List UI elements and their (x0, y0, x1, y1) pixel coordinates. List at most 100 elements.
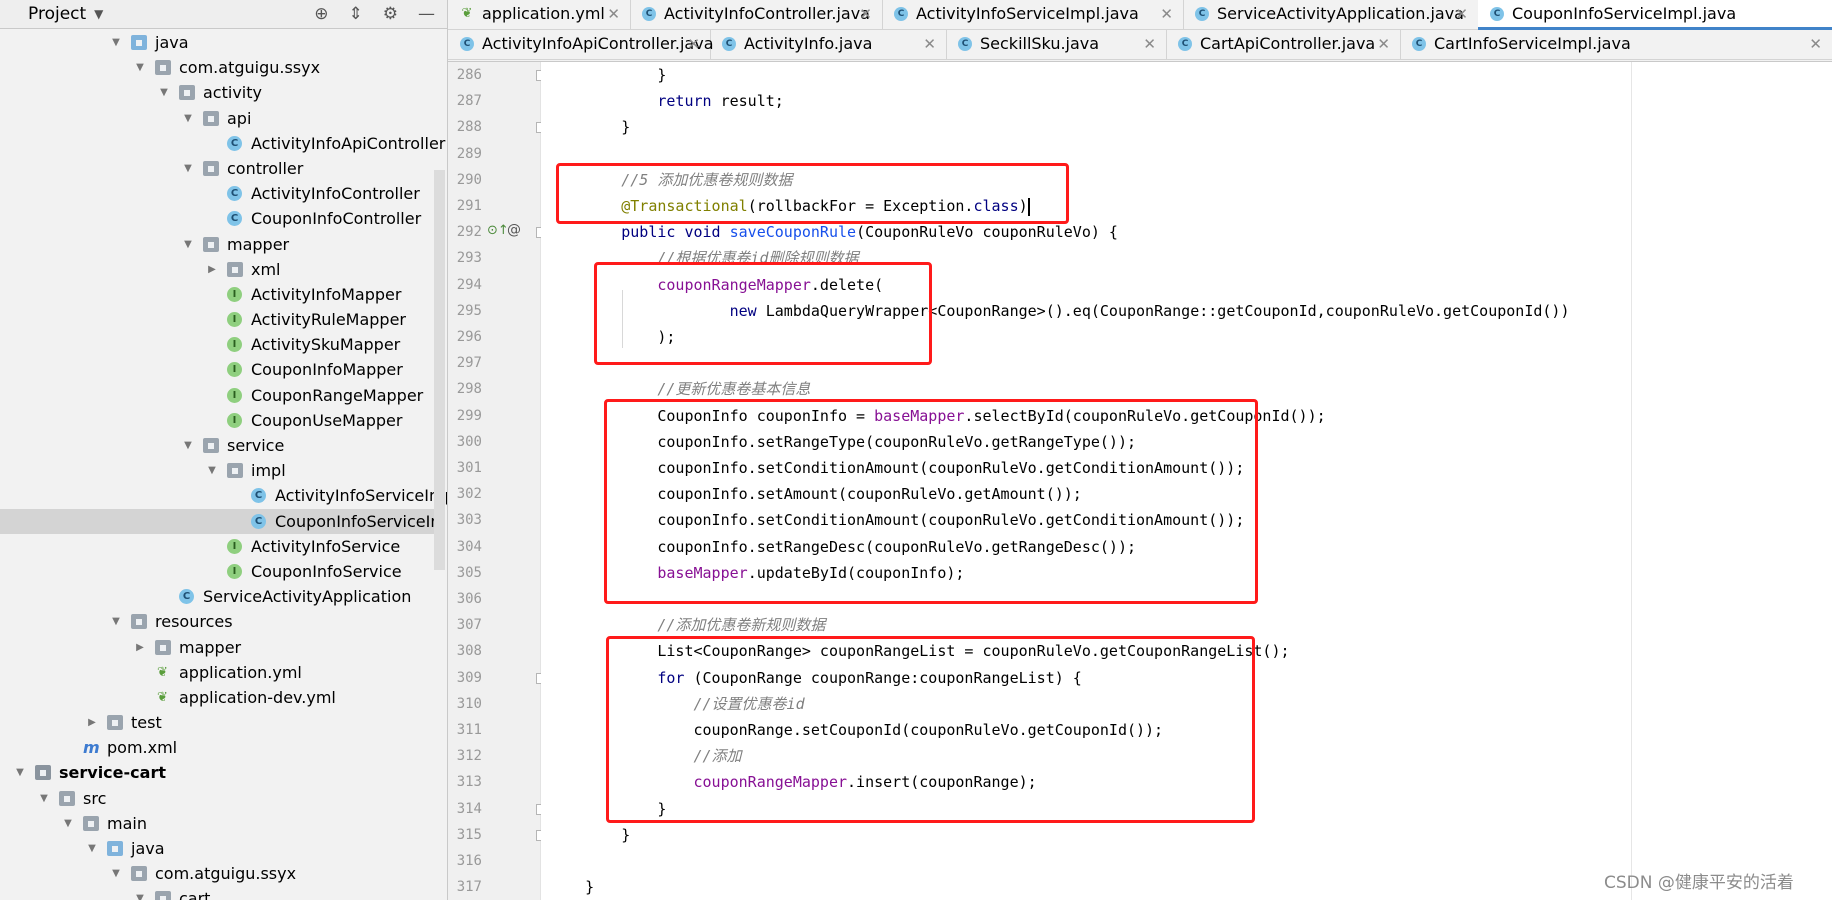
line-number: 293 (456, 250, 482, 267)
line-number: 309 (456, 669, 482, 686)
line-number: 311 (456, 722, 482, 738)
tree-item[interactable]: ❦ application-dev.yml (0, 685, 434, 710)
tree-item[interactable]: ▼ com.atguigu.ssyx (0, 861, 434, 886)
tree-item[interactable]: I CouponInfoService (0, 559, 434, 584)
tree-item[interactable]: I ActivityInfoService (0, 534, 434, 559)
chevron-down-icon[interactable]: ▼ (182, 106, 194, 131)
chevron-down-icon[interactable]: ▼ (182, 433, 194, 458)
editor-tab[interactable]: C ActivityInfoServiceImpl.java ✕ (882, 0, 1184, 29)
tree-item[interactable]: ▼ cart (0, 886, 434, 900)
chevron-down-icon[interactable]: ▼ (134, 886, 146, 900)
code-line: } (549, 62, 666, 88)
editor-tab[interactable]: C ServiceActivityApplication.java ✕ (1183, 0, 1479, 29)
annotation-icon[interactable]: @ (507, 222, 521, 238)
tree-item[interactable]: ▶ xml (0, 257, 434, 282)
tree-item[interactable]: C CouponInfoController (0, 206, 434, 231)
editor-tab[interactable]: C ActivityInfoApiController.java ✕ (448, 30, 714, 59)
chevron-right-icon[interactable]: ▶ (134, 635, 146, 660)
chevron-down-icon[interactable]: ▼ (110, 609, 122, 634)
code-line: return result; (549, 88, 783, 114)
editor-tab[interactable]: ❦ application.yml ✕ (448, 0, 631, 29)
chevron-down-icon[interactable]: ▼ (182, 156, 194, 181)
chevron-down-icon[interactable]: ▼ (110, 861, 122, 886)
chevron-down-icon[interactable]: ▼ (110, 30, 122, 55)
tree-item[interactable]: C ServiceActivityApplication (0, 584, 434, 609)
tree-item[interactable]: ▶ mapper (0, 635, 434, 660)
tree-item[interactable]: ▼ java (0, 836, 434, 861)
close-icon[interactable]: ✕ (923, 30, 936, 58)
collapse-all-icon[interactable]: ⇕ (349, 4, 363, 24)
tree-item[interactable]: C CouponInfoServiceImpl (0, 508, 447, 534)
editor-tab[interactable]: C CartApiController.java ✕ (1166, 30, 1401, 59)
chevron-down-icon[interactable]: ▼ (62, 811, 74, 836)
tree-item[interactable]: ▼ resources (0, 609, 434, 634)
close-icon[interactable]: ✕ (1160, 0, 1173, 28)
tree-item[interactable]: ▼ controller (0, 156, 434, 181)
chevron-down-icon[interactable]: ▼ (94, 7, 103, 21)
tree-item[interactable]: ▼ activity (0, 80, 434, 105)
tree-item[interactable]: m pom.xml (0, 735, 434, 760)
tree-item[interactable]: I CouponInfoMapper (0, 357, 434, 382)
tree-item-label: cart (179, 889, 211, 900)
tree-item[interactable]: ▼ service (0, 433, 434, 458)
tree-item-label: CouponInfoService (251, 561, 402, 581)
chevron-down-icon[interactable]: ▼ (206, 458, 218, 483)
tree-item[interactable]: I ActivitySkuMapper (0, 332, 434, 357)
editor-tab[interactable]: C ActivityInfo.java ✕ (710, 30, 947, 59)
locate-icon[interactable]: ⊕ (314, 4, 328, 24)
tree-item[interactable]: ▼ java (0, 30, 434, 55)
tree-item[interactable]: ▼ api (0, 106, 434, 131)
chevron-down-icon[interactable]: ▼ (38, 786, 50, 811)
tree-item[interactable]: C ActivityInfoController (0, 181, 434, 206)
tree-item[interactable]: ▼ src (0, 786, 434, 811)
close-icon[interactable]: ✕ (1455, 0, 1468, 28)
editor-tab[interactable]: C ActivityInfoController.java ✕ (630, 0, 883, 29)
chevron-down-icon[interactable]: ▼ (14, 760, 26, 785)
minimize-icon[interactable]: — (418, 4, 435, 24)
line-number: 292 (456, 224, 482, 241)
tree-item[interactable]: I ActivityRuleMapper (0, 307, 434, 332)
folder-blue-icon (131, 35, 147, 50)
editor-tab[interactable]: C CartInfoServiceImpl.java ✕ (1400, 30, 1832, 59)
tree-item[interactable]: ❦ application.yml (0, 660, 434, 685)
close-icon[interactable]: ✕ (859, 0, 872, 28)
code-token: saveCouponRule (729, 223, 857, 242)
chevron-down-icon[interactable]: ▼ (134, 55, 146, 80)
tree-item[interactable]: C ActivityInfoServiceImpl (0, 483, 447, 508)
tree-item[interactable]: I ActivityInfoMapper (0, 282, 434, 307)
package-icon (203, 438, 219, 453)
close-icon[interactable]: ✕ (1377, 30, 1390, 58)
chevron-right-icon[interactable]: ▶ (86, 710, 98, 735)
close-icon[interactable]: ✕ (1143, 30, 1156, 58)
close-icon[interactable]: ✕ (687, 30, 700, 58)
tree-item[interactable]: ▶ test (0, 710, 434, 735)
tree-item[interactable]: ▼ impl (0, 458, 434, 483)
override-icon[interactable]: ⊙↑ (487, 223, 509, 238)
editor-tab[interactable]: C SeckillSku.java ✕ (946, 30, 1167, 59)
chevron-down-icon[interactable]: ▼ (158, 80, 170, 105)
chevron-down-icon[interactable]: ▼ (182, 232, 194, 257)
interface-icon: I (227, 312, 242, 328)
tree-item[interactable]: ▼ com.atguigu.ssyx (0, 55, 434, 80)
tree-item[interactable]: I CouponRangeMapper (0, 383, 434, 408)
tree-item[interactable]: C ActivityInfoApiController (0, 131, 445, 156)
project-title[interactable]: Project (28, 4, 86, 24)
close-icon[interactable]: ✕ (1809, 30, 1822, 58)
line-number: 308 (456, 643, 482, 660)
project-scrollbar[interactable] (434, 170, 445, 570)
line-number: 306 (456, 591, 482, 607)
tree-item[interactable]: ▼ mapper (0, 232, 434, 257)
tab-label: CartInfoServiceImpl.java (1434, 34, 1631, 53)
tree-item[interactable]: I CouponUseMapper (0, 408, 434, 433)
editor-tab[interactable]: C CouponInfoServiceImpl.java (1478, 0, 1832, 30)
tree-item[interactable]: ▼ main (0, 811, 434, 836)
spring-leaf-icon: ❦ (157, 664, 168, 680)
tree-item[interactable]: ▼ service-cart (0, 760, 434, 785)
gear-icon[interactable]: ⚙ (383, 4, 398, 24)
close-icon[interactable]: ✕ (607, 0, 620, 28)
chevron-down-icon[interactable]: ▼ (86, 836, 98, 861)
chevron-right-icon[interactable]: ▶ (206, 257, 218, 282)
tree-item-label: ActivityInfoService (251, 536, 401, 556)
tree-item-label: ActivityRuleMapper (251, 310, 407, 330)
